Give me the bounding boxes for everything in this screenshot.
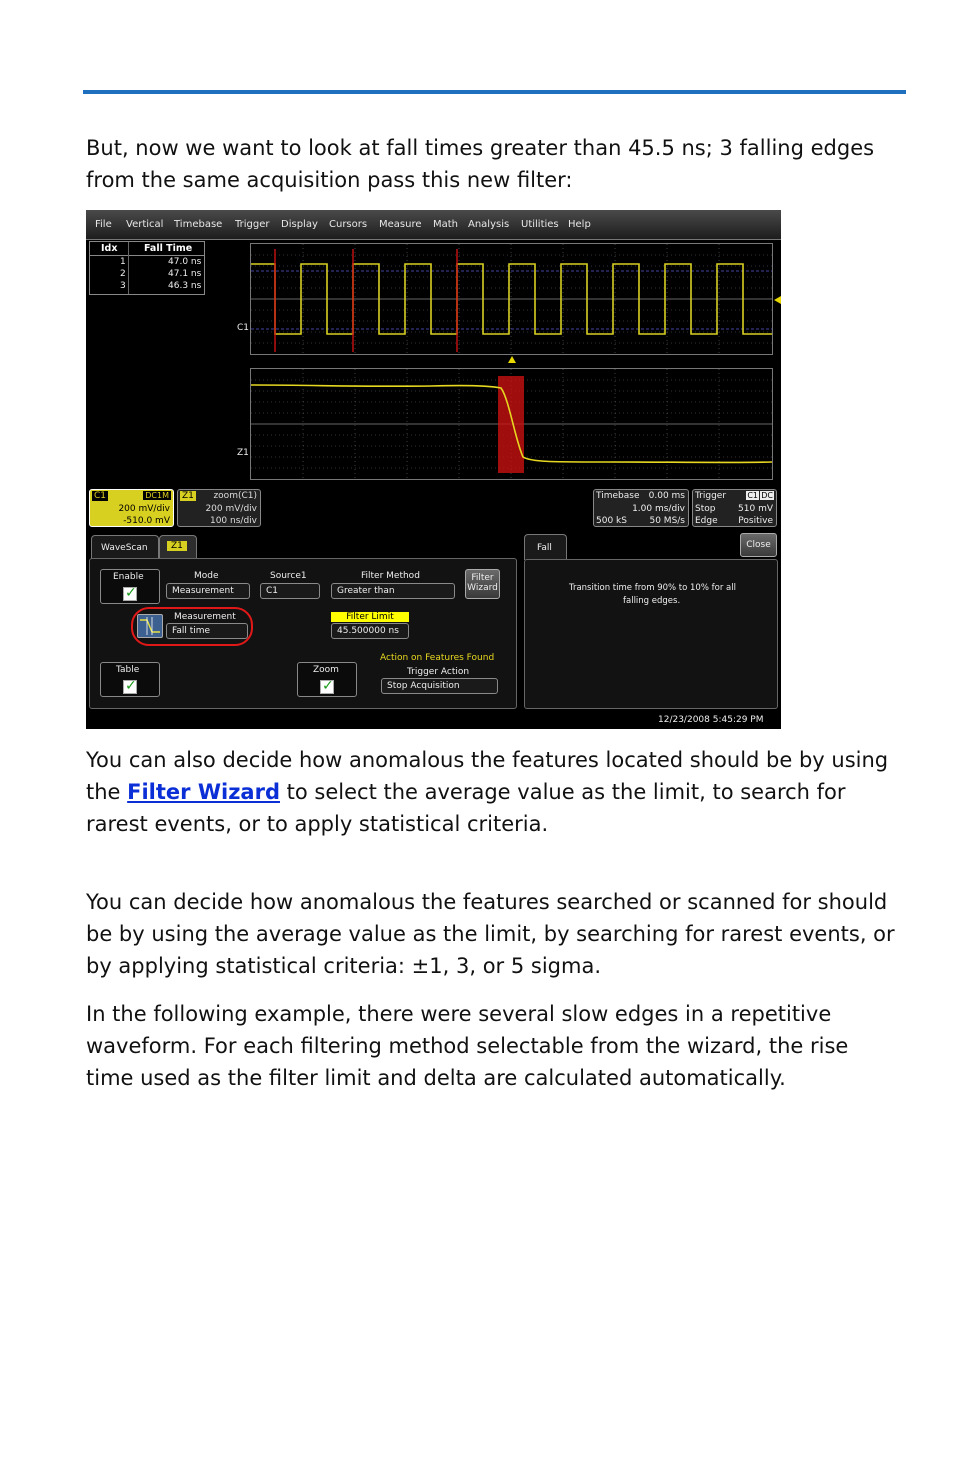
- trigger-level-icon: [774, 296, 781, 304]
- filter-limit-label: Filter Limit: [331, 612, 409, 622]
- timebase-descriptor[interactable]: Timebase 0.00 ms 1.00 ms/div 500 kS 50 M…: [593, 489, 689, 527]
- z1-trace-label: Z1: [237, 448, 249, 458]
- zoom-checkbox[interactable]: [320, 678, 334, 694]
- close-button[interactable]: Close: [740, 533, 777, 557]
- header-rule: [83, 90, 906, 94]
- z1-zoom-trace: [250, 369, 773, 479]
- menu-utilities[interactable]: Utilities: [521, 219, 559, 230]
- zoom-group: Zoom: [297, 662, 357, 697]
- tab-wavescan[interactable]: WaveScan: [91, 535, 159, 559]
- table-group: Table: [100, 662, 160, 697]
- table-checkbox[interactable]: [123, 678, 137, 694]
- enable-checkbox[interactable]: [123, 585, 137, 601]
- menu-vertical[interactable]: Vertical: [126, 219, 163, 230]
- trigger-action-label: Trigger Action: [407, 667, 470, 677]
- mode-select[interactable]: Measurement: [166, 583, 250, 599]
- table-header-idx: Idx: [101, 243, 118, 254]
- menu-cursors[interactable]: Cursors: [329, 219, 367, 230]
- table-row-value: 47.1 ns: [168, 269, 202, 279]
- c1-waveform-trace: [251, 244, 772, 354]
- measurement-select[interactable]: Fall time: [166, 623, 248, 639]
- table-row-idx: 1: [120, 257, 126, 267]
- table-row-idx: 2: [120, 269, 126, 279]
- trigger-action-select[interactable]: Stop Acquisition: [381, 678, 498, 694]
- table-header-fall-time: Fall Time: [144, 243, 193, 254]
- paragraph-anomalous-features: You can decide how anomalous the feature…: [86, 890, 895, 978]
- mode-label: Mode: [194, 571, 219, 581]
- z1-zoom-descriptor[interactable]: Z1 zoom(C1) 200 mV/div 100 ns/div: [177, 489, 261, 527]
- tab-fall[interactable]: Fall: [524, 534, 567, 560]
- z1-zoom-grid[interactable]: [250, 368, 773, 480]
- trigger-marker-icon: [508, 356, 516, 363]
- menu-display[interactable]: Display: [281, 219, 318, 230]
- c1-channel-descriptor[interactable]: C1 DC1M 200 mV/div -510.0 mV: [89, 489, 174, 527]
- menu-file[interactable]: File: [95, 219, 112, 230]
- menu-help[interactable]: Help: [568, 219, 591, 230]
- paragraph-example: In the following example, there were sev…: [86, 1002, 849, 1090]
- filter-wizard-link[interactable]: Filter Wizard: [127, 780, 280, 804]
- menu-trigger[interactable]: Trigger: [235, 219, 270, 230]
- fall-time-icon[interactable]: [137, 614, 163, 638]
- oscilloscope-screenshot: File Vertical Timebase Trigger Display C…: [86, 210, 781, 729]
- fall-help-panel: Transition time from 90% to 10% for all …: [524, 559, 778, 709]
- c1-waveform-grid[interactable]: [250, 243, 773, 355]
- source-select[interactable]: C1: [260, 583, 320, 599]
- wavescan-panel: Enable Mode Measurement Source1 C1 Filte…: [89, 558, 517, 709]
- source-label: Source1: [270, 571, 307, 581]
- table-row-value: 47.0 ns: [168, 257, 202, 267]
- menu-math[interactable]: Math: [433, 219, 458, 230]
- c1-trace-label: C1: [237, 323, 250, 333]
- trigger-descriptor[interactable]: Trigger C1 DC Stop 510 mV Edge Positive: [692, 489, 777, 527]
- tab-z1[interactable]: Z1: [159, 535, 197, 559]
- datetime-stamp: 12/23/2008 5:45:29 PM: [658, 715, 764, 725]
- filter-limit-input[interactable]: 45.500000 ns: [331, 623, 409, 639]
- action-on-features-label: Action on Features Found: [380, 653, 495, 663]
- table-row-idx: 3: [120, 281, 126, 291]
- paragraph-filter-wizard: You can also decide how anomalous the fe…: [86, 748, 889, 836]
- menu-measure[interactable]: Measure: [379, 219, 422, 230]
- menu-bar: File Vertical Timebase Trigger Display C…: [86, 210, 781, 240]
- paragraph-intro: But, now we want to look at fall times g…: [86, 136, 875, 192]
- fall-description-line1: Transition time from 90% to 10% for all: [569, 583, 736, 593]
- filter-method-label: Filter Method: [361, 571, 420, 581]
- table-row-value: 46.3 ns: [168, 281, 202, 291]
- fall-description-line2: falling edges.: [623, 596, 681, 606]
- menu-analysis[interactable]: Analysis: [468, 219, 509, 230]
- filter-method-select[interactable]: Greater than: [331, 583, 455, 599]
- filter-wizard-button[interactable]: Filter Wizard: [465, 569, 500, 599]
- enable-group: Enable: [100, 569, 160, 604]
- menu-timebase[interactable]: Timebase: [174, 219, 222, 230]
- measurement-label: Measurement: [174, 612, 236, 622]
- measurement-table[interactable]: Idx Fall Time 1 47.0 ns 2 47.1 ns 3 46.3…: [89, 241, 205, 295]
